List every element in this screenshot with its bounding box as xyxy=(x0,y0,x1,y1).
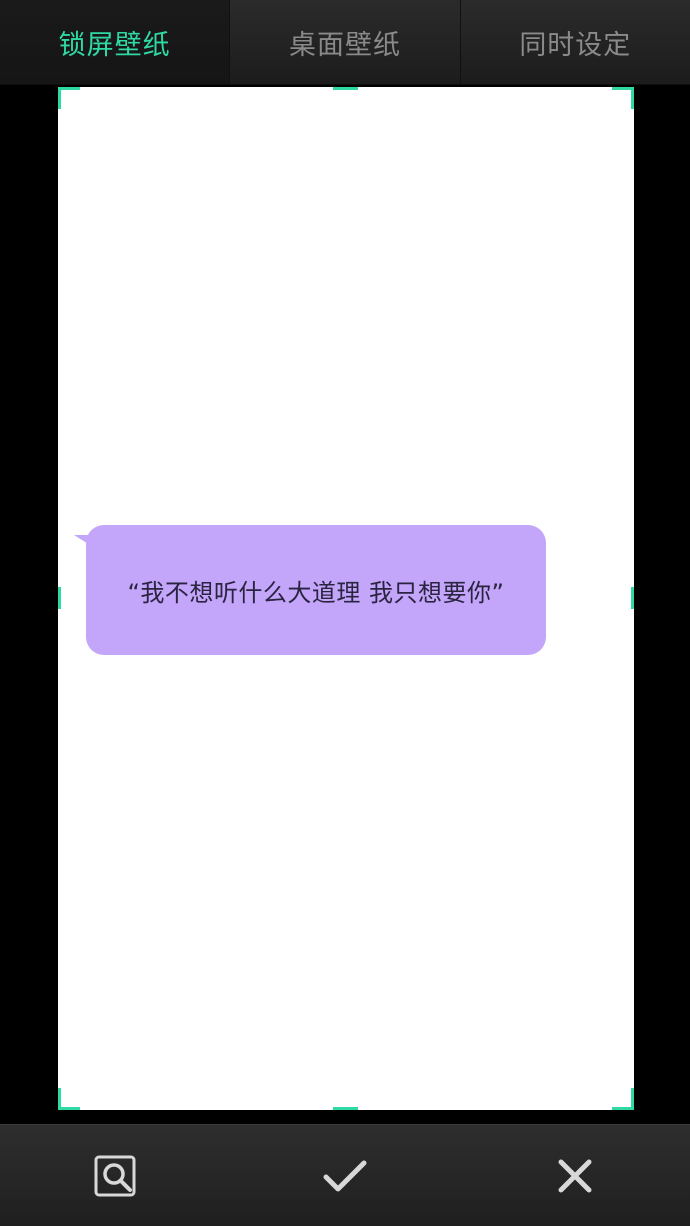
crop-edge-right-handle[interactable] xyxy=(631,587,634,609)
crop-edge-left-handle[interactable] xyxy=(58,587,61,609)
crop-corner-top-right[interactable] xyxy=(612,87,634,109)
bubble-tail xyxy=(74,535,94,545)
confirm-button[interactable] xyxy=(295,1131,395,1221)
tab-desktop-wallpaper[interactable]: 桌面壁纸 xyxy=(229,0,459,84)
crop-corner-top-left[interactable] xyxy=(58,87,80,109)
crop-edge-bottom-handle[interactable] xyxy=(333,1107,358,1110)
crop-edge-top-handle[interactable] xyxy=(333,87,358,90)
tab-bar: 锁屏壁纸 桌面壁纸 同时设定 xyxy=(0,0,690,85)
checkmark-icon xyxy=(323,1160,367,1192)
tab-set-both[interactable]: 同时设定 xyxy=(459,0,690,84)
bubble-text: “我不想听什么大道理 我只想要你” xyxy=(127,578,505,607)
close-icon xyxy=(558,1159,592,1193)
tab-label: 同时设定 xyxy=(519,29,632,61)
crop-corner-bottom-left[interactable] xyxy=(58,1088,80,1110)
chat-bubble: “我不想听什么大道理 我只想要你” xyxy=(74,525,546,655)
preview-button[interactable] xyxy=(65,1131,165,1221)
cancel-button[interactable] xyxy=(525,1131,625,1221)
zoom-preview-icon xyxy=(94,1155,136,1197)
crop-corner-bottom-right[interactable] xyxy=(612,1088,634,1110)
tab-label: 桌面壁纸 xyxy=(288,29,401,61)
wallpaper-setter-screen: 锁屏壁纸 桌面壁纸 同时设定 “我不想听什么大道理 我只想要你” xyxy=(0,0,690,1226)
bottom-toolbar xyxy=(0,1124,690,1226)
wallpaper-preview[interactable]: “我不想听什么大道理 我只想要你” xyxy=(58,87,634,1110)
tab-label: 锁屏壁纸 xyxy=(58,29,171,61)
tab-lock-screen-wallpaper[interactable]: 锁屏壁纸 xyxy=(0,0,230,84)
